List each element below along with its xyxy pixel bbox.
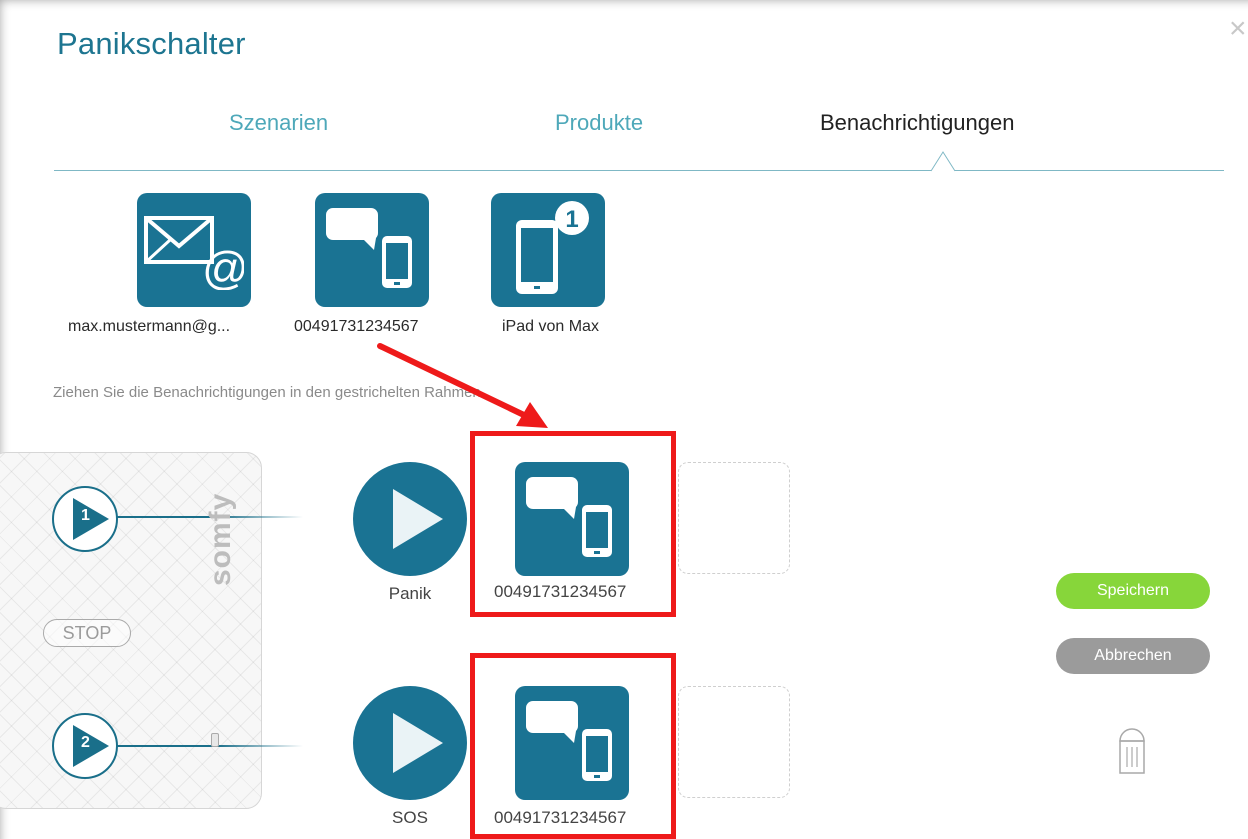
assigned-sms-tile-panik[interactable] (515, 462, 629, 576)
sms-phone-icon (526, 477, 612, 557)
email-icon: @ (144, 216, 244, 290)
dialog: Panikschalter × Szenarien Produkte Benac… (0, 0, 1248, 839)
remote-button-2: 2 (52, 713, 118, 779)
play-icon (73, 725, 109, 767)
tab-divider (54, 170, 1224, 171)
scenario-sos-label: SOS (392, 808, 428, 827)
notification-email-tile[interactable]: @ (137, 193, 251, 307)
notification-sms-label: 00491731234567 (294, 318, 419, 335)
button2-connector (113, 745, 303, 747)
play-icon (393, 713, 443, 773)
notification-sms-tile[interactable] (315, 193, 429, 307)
drop-zone-panik[interactable] (678, 462, 790, 574)
assigned-sms-label-sos: 00491731234567 (494, 808, 627, 827)
drop-zone-sos[interactable] (678, 686, 790, 798)
push-device-icon: 1 (516, 201, 589, 294)
dialog-title: Panikschalter (57, 26, 246, 61)
scenario-sos-play[interactable] (353, 686, 467, 800)
assigned-sms-tile-sos[interactable] (515, 686, 629, 800)
drag-hint: Ziehen Sie die Benachrichtigungen in den… (53, 384, 485, 401)
cancel-button[interactable]: Abbrechen (1056, 638, 1210, 674)
stop-button: STOP (43, 619, 131, 647)
notification-ipad-label: iPad von Max (502, 318, 599, 335)
active-tab-indicator (931, 151, 956, 172)
notification-email-label: max.mustermann@g... (68, 318, 231, 335)
notification-ipad-tile[interactable]: 1 (491, 193, 605, 307)
trash-icon[interactable] (1117, 727, 1147, 775)
sms-phone-icon (326, 208, 412, 288)
tab-benachrichtigungen[interactable]: Benachrichtigungen (820, 110, 1014, 136)
remote-button-2-number: 2 (81, 734, 90, 751)
remote-button-1: 1 (52, 486, 118, 552)
tab-produkte[interactable]: Produkte (555, 110, 643, 136)
assigned-sms-label-panik: 00491731234567 (494, 582, 627, 601)
badge-count: 1 (565, 206, 578, 233)
tab-szenarien[interactable]: Szenarien (229, 110, 328, 136)
remote-led (211, 733, 219, 747)
sms-phone-icon (526, 701, 612, 781)
svg-text:@: @ (202, 242, 244, 290)
remote-button-1-number: 1 (81, 507, 90, 524)
play-icon (73, 498, 109, 540)
save-button[interactable]: Speichern (1056, 573, 1210, 609)
play-icon (393, 489, 443, 549)
close-icon[interactable]: × (1229, 14, 1247, 44)
scenario-panik-label: Panik (388, 584, 432, 603)
scenario-panik-play[interactable] (353, 462, 467, 576)
brand-logo: somfy (204, 492, 237, 586)
